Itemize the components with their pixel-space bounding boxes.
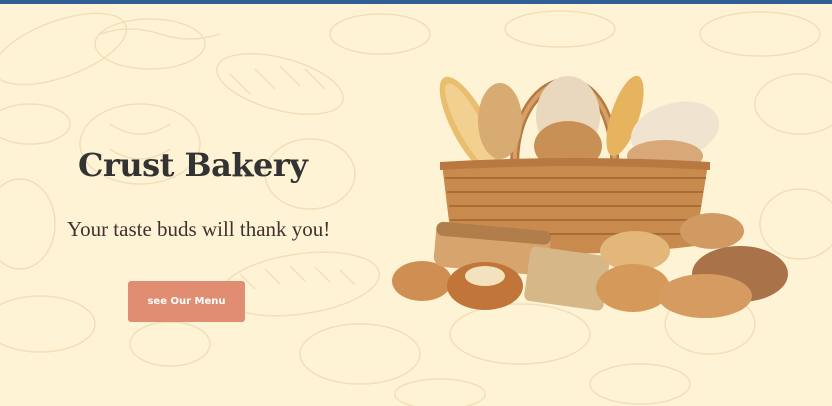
hero-tagline: Your taste buds will thank you! <box>67 217 331 241</box>
bread-basket-image <box>392 75 788 318</box>
page-title: Crust Bakery <box>78 146 308 184</box>
see-menu-button[interactable]: see Our Menu <box>128 281 245 322</box>
top-bar <box>0 0 832 4</box>
